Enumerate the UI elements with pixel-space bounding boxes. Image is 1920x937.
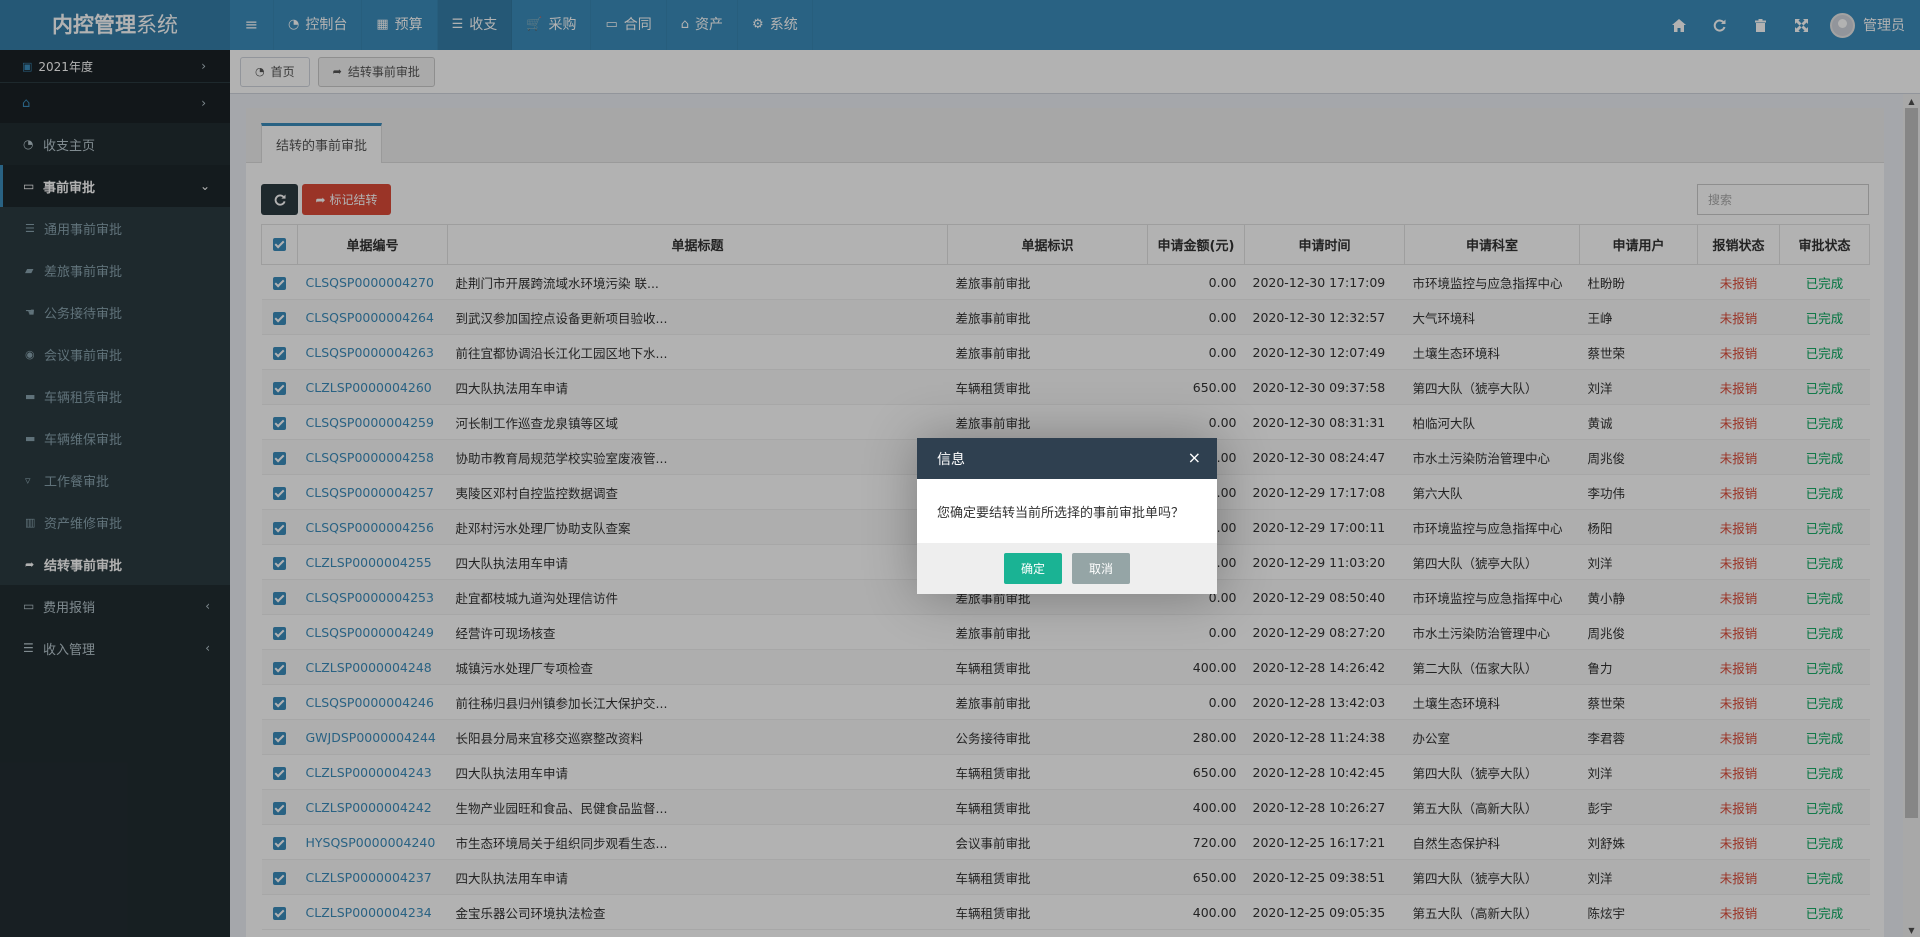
dialog-title: 信息: [937, 451, 965, 468]
close-icon[interactable]: ×: [1188, 450, 1201, 466]
confirm-dialog: 信息 × 您确定要结转当前所选择的事前审批单吗？ 确定 取消: [917, 438, 1217, 594]
dialog-header: 信息 ×: [917, 438, 1217, 479]
confirm-button[interactable]: 确定: [1004, 553, 1062, 584]
dialog-footer: 确定 取消: [917, 543, 1217, 594]
cancel-button[interactable]: 取消: [1072, 553, 1130, 584]
dialog-message: 您确定要结转当前所选择的事前审批单吗？: [937, 505, 1185, 521]
